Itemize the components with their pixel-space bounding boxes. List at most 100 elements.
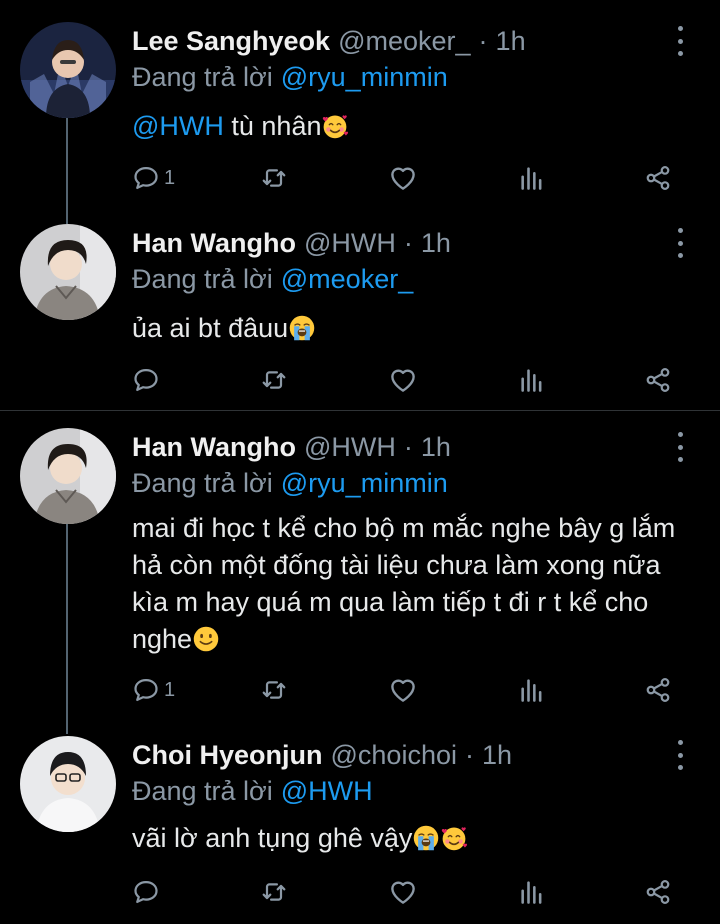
separator: ·	[464, 739, 474, 770]
avatar[interactable]	[20, 428, 116, 524]
tweet-text-content: vãi lờ anh tụng ghê vậy	[132, 823, 413, 853]
loudly-crying-face-emoji	[288, 314, 316, 342]
share-button[interactable]	[644, 158, 672, 198]
tweet-text-content: ủa ai bt đâuu	[132, 313, 289, 343]
like-button[interactable]	[388, 360, 418, 400]
tweet-han-wangho[interactable]: Han Wangho @HWH · 1h Đang trả lời @meoker…	[0, 224, 720, 404]
more-options-icon[interactable]	[670, 26, 690, 56]
conversation-divider	[0, 410, 720, 411]
view-stats-button[interactable]	[518, 670, 546, 710]
retweet-button[interactable]	[260, 670, 288, 710]
tweet-header: Choi Hyeonjun @choichoi · 1h	[132, 736, 512, 774]
reply-thread: Lee Sanghyeok @meoker_ · 1h Đang trả lời…	[0, 0, 720, 924]
replying-to-mention[interactable]: @meoker_	[281, 264, 413, 294]
replying-prefix: Đang trả lời	[132, 264, 273, 294]
retweet-button[interactable]	[260, 360, 288, 400]
reply-icon	[132, 676, 160, 704]
share-icon	[644, 366, 672, 394]
stats-icon	[518, 366, 546, 394]
replying-to-mention[interactable]: @ryu_minmin	[281, 62, 448, 92]
action-bar: 1	[132, 158, 692, 198]
action-bar	[132, 360, 692, 400]
retweet-button[interactable]	[260, 158, 288, 198]
reply-icon	[132, 878, 160, 906]
username[interactable]: @HWH	[304, 432, 396, 463]
reply-icon	[132, 366, 160, 394]
more-options-icon[interactable]	[670, 432, 690, 462]
share-icon	[644, 878, 672, 906]
view-stats-button[interactable]	[518, 872, 546, 912]
tweet-choi-hyeonjun[interactable]: Choi Hyeonjun @choichoi · 1h Đang trả lờ…	[0, 736, 720, 924]
tweet-text: @HWH tù nhân	[132, 108, 692, 145]
replying-to: Đang trả lời @ryu_minmin	[132, 468, 448, 499]
reply-icon	[132, 164, 160, 192]
view-stats-button[interactable]	[518, 158, 546, 198]
loudly-crying-face-emoji	[412, 824, 440, 852]
replying-prefix: Đang trả lời	[132, 468, 273, 498]
replying-prefix: Đang trả lời	[132, 776, 273, 806]
reply-count: 1	[164, 166, 176, 189]
reply-button[interactable]	[132, 872, 164, 912]
more-options-icon[interactable]	[670, 228, 690, 258]
like-button[interactable]	[388, 158, 418, 198]
replying-to-mention[interactable]: @HWH	[281, 776, 373, 806]
retweet-icon	[260, 878, 288, 906]
username[interactable]: @choichoi	[331, 740, 457, 771]
reply-count: 1	[164, 678, 176, 701]
smiling-face-with-hearts-emoji	[321, 112, 349, 140]
share-button[interactable]	[644, 360, 672, 400]
stats-icon	[518, 676, 546, 704]
separator: ·	[403, 431, 413, 462]
share-button[interactable]	[644, 872, 672, 912]
timestamp[interactable]: 1h	[421, 228, 451, 259]
stats-icon	[518, 164, 546, 192]
tweet-text-content: tù nhân	[223, 111, 322, 141]
tweet-header: Han Wangho @HWH · 1h	[132, 428, 451, 466]
reply-button[interactable]	[132, 360, 164, 400]
retweet-icon	[260, 164, 288, 192]
tweet-text: mai đi học t kể cho bộ m mắc nghe bây g …	[132, 510, 684, 658]
display-name[interactable]: Han Wangho	[132, 228, 296, 259]
replying-to: Đang trả lời @meoker_	[132, 264, 413, 295]
display-name[interactable]: Choi Hyeonjun	[132, 740, 323, 771]
replying-to-mention[interactable]: @ryu_minmin	[281, 468, 448, 498]
timestamp[interactable]: 1h	[421, 432, 451, 463]
username[interactable]: @HWH	[304, 228, 396, 259]
share-button[interactable]	[644, 670, 672, 710]
view-stats-button[interactable]	[518, 360, 546, 400]
tweet-text: vãi lờ anh tụng ghê vậy	[132, 820, 692, 857]
slightly-smiling-face-emoji	[192, 625, 220, 653]
reply-button[interactable]: 1	[132, 158, 175, 198]
avatar[interactable]	[20, 224, 116, 320]
timestamp[interactable]: 1h	[482, 740, 512, 771]
heart-icon	[388, 365, 418, 395]
like-button[interactable]	[388, 872, 418, 912]
retweet-button[interactable]	[260, 872, 288, 912]
heart-icon	[388, 877, 418, 907]
action-bar: 1	[132, 670, 692, 710]
display-name[interactable]: Han Wangho	[132, 432, 296, 463]
heart-icon	[388, 163, 418, 193]
action-bar	[132, 872, 692, 912]
more-options-icon[interactable]	[670, 740, 690, 770]
display-name[interactable]: Lee Sanghyeok	[132, 26, 330, 57]
share-icon	[644, 164, 672, 192]
heart-icon	[388, 675, 418, 705]
like-button[interactable]	[388, 670, 418, 710]
timestamp[interactable]: 1h	[496, 26, 526, 57]
share-icon	[644, 676, 672, 704]
avatar[interactable]	[20, 22, 116, 118]
tweet-lee-sanghyeok[interactable]: Lee Sanghyeok @meoker_ · 1h Đang trả lời…	[0, 22, 720, 212]
mention-link[interactable]: @HWH	[132, 111, 224, 141]
tweet-text: ủa ai bt đâuu	[132, 310, 692, 347]
tweet-han-wangho-long[interactable]: Han Wangho @HWH · 1h Đang trả lời @ryu_mi…	[0, 428, 720, 718]
tweet-header: Lee Sanghyeok @meoker_ · 1h	[132, 22, 526, 60]
smiling-face-with-hearts-emoji	[440, 824, 468, 852]
replying-to: Đang trả lời @HWH	[132, 776, 373, 807]
avatar[interactable]	[20, 736, 116, 832]
username[interactable]: @meoker_	[338, 26, 470, 57]
separator: ·	[478, 25, 488, 56]
reply-button[interactable]: 1	[132, 670, 175, 710]
replying-prefix: Đang trả lời	[132, 62, 273, 92]
separator: ·	[403, 227, 413, 258]
